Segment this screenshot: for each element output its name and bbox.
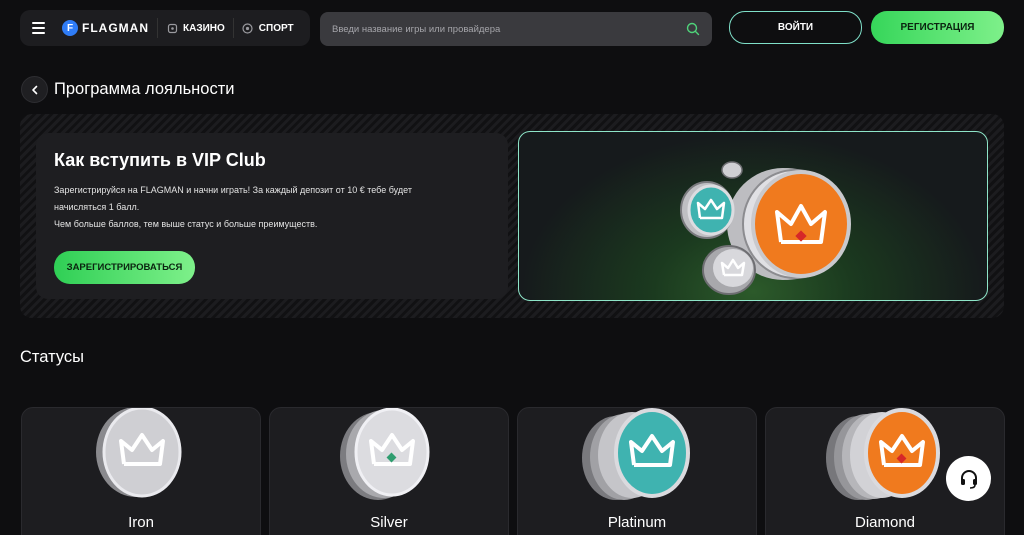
soccer-ball-icon	[242, 22, 254, 34]
casino-chip-icon	[166, 22, 178, 34]
page: F FLAGMAN КАЗИНО СПОРТ Введи название иг…	[0, 0, 1024, 535]
vip-description: Зарегистрируйся на FLAGMAN и начни играт…	[54, 182, 474, 233]
logo-mark-icon: F	[62, 20, 78, 36]
logo-text: FLAGMAN	[82, 21, 149, 35]
vip-register-button[interactable]: ЗАРЕГИСТРИРОВАТЬСЯ	[54, 251, 195, 284]
hamburger-menu-icon[interactable]	[20, 10, 56, 46]
headset-icon	[960, 469, 977, 489]
divider	[232, 18, 234, 38]
search-bar	[320, 12, 712, 46]
status-name: Iron	[128, 514, 154, 531]
status-card-platinum[interactable]: Platinum	[517, 407, 757, 535]
vip-coins-illustration	[680, 161, 851, 295]
platinum-coin-icon	[582, 408, 690, 500]
register-button[interactable]: РЕГИСТРАЦИЯ	[871, 11, 1004, 44]
back-button[interactable]	[21, 76, 48, 103]
page-title: Программа лояльности	[54, 80, 235, 98]
divider	[157, 18, 158, 38]
vip-text-line: начисляться 1 балл.	[54, 202, 140, 212]
status-name: Diamond	[854, 514, 916, 531]
status-card-silver[interactable]: Silver	[269, 407, 509, 535]
nav-item-sport[interactable]: СПОРТ	[242, 22, 294, 34]
nav-pill: F FLAGMAN КАЗИНО СПОРТ	[20, 10, 310, 46]
search-input[interactable]	[332, 23, 686, 35]
nav-item-label: КАЗИНО	[183, 22, 225, 34]
statuses-title: Статусы	[20, 348, 85, 366]
status-card-iron[interactable]: Iron	[21, 407, 261, 535]
support-chat-button[interactable]	[946, 456, 991, 501]
nav-item-label: СПОРТ	[258, 22, 294, 34]
nav-item-casino[interactable]: КАЗИНО	[166, 22, 225, 34]
login-button[interactable]: ВОЙТИ	[729, 11, 862, 44]
vip-title: Как вступить в VIP Club	[54, 150, 266, 170]
iron-coin-icon	[96, 408, 182, 498]
header: F FLAGMAN КАЗИНО СПОРТ Введи название иг…	[0, 0, 1024, 58]
status-name: Silver	[370, 514, 408, 531]
vip-text-line: Зарегистрируйся на FLAGMAN и начни играт…	[54, 185, 412, 195]
status-name: Platinum	[607, 514, 667, 531]
logo[interactable]: F FLAGMAN	[62, 20, 149, 36]
vip-coins-banner	[518, 131, 988, 301]
search-icon[interactable]	[686, 22, 700, 36]
vip-text-line: Чем больше баллов, тем выше статус и бол…	[54, 219, 318, 229]
chevron-left-icon	[31, 85, 37, 94]
silver-coin-icon	[340, 408, 430, 500]
